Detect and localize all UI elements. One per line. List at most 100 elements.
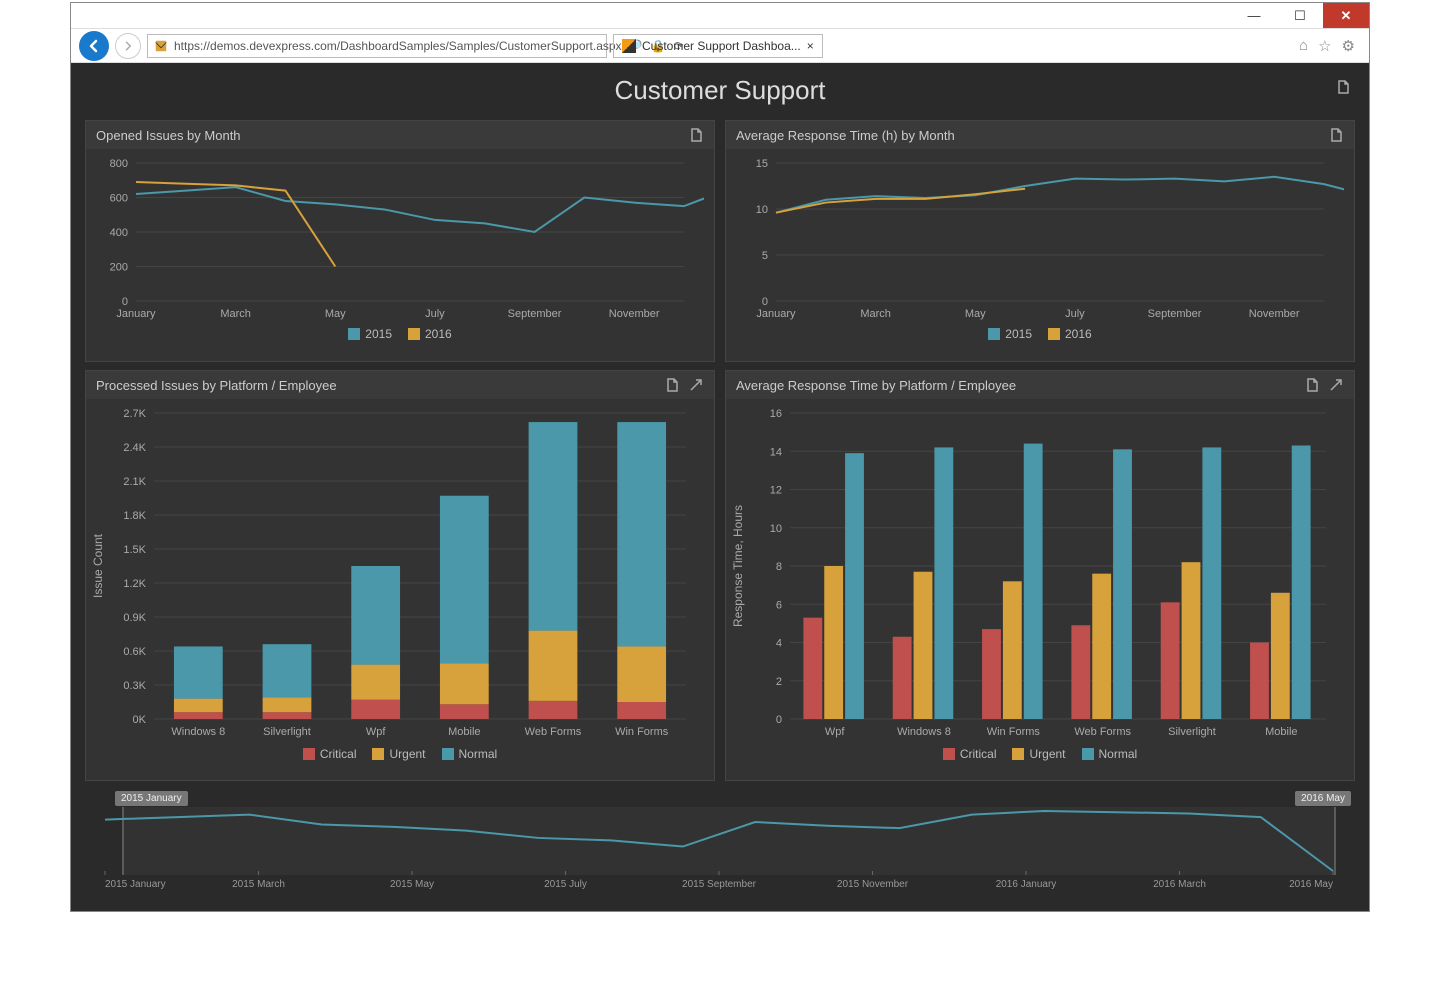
svg-text:14: 14 [770,446,782,458]
svg-text:2.7K: 2.7K [123,408,146,420]
legend-swatch [943,748,955,760]
browser-tab[interactable]: Customer Support Dashboa... × [613,34,823,58]
svg-text:2016 May: 2016 May [1289,879,1333,889]
expand-panel-icon[interactable] [688,377,704,393]
legend-item[interactable]: 2016 [408,327,452,341]
panel-header: Processed Issues by Platform / Employee [86,371,714,399]
export-dashboard-icon[interactable] [1335,79,1351,95]
svg-text:2015 September: 2015 September [682,879,757,889]
legend-label: 2016 [1065,327,1092,341]
legend-item[interactable]: Critical [943,747,997,761]
export-panel-icon[interactable] [1328,127,1344,143]
svg-text:10: 10 [756,204,768,216]
svg-text:Mobile: Mobile [448,726,480,738]
dashboard: Customer Support Opened Issues by Month … [71,63,1369,911]
svg-text:November: November [609,308,660,320]
legend-label: Urgent [1029,747,1065,761]
svg-text:10: 10 [770,523,782,535]
back-button[interactable] [79,31,109,61]
panel-response-month: Average Response Time (h) by Month 05101… [725,120,1355,362]
svg-text:0: 0 [122,296,128,308]
svg-text:Web Forms: Web Forms [1074,726,1131,738]
panel-header: Average Response Time (h) by Month [726,121,1354,149]
legend-item[interactable]: Normal [1082,747,1138,761]
browser-toolbar: https://demos.devexpress.com/DashboardSa… [71,29,1369,63]
tab-close-button[interactable]: × [807,39,814,53]
export-panel-icon[interactable] [688,127,704,143]
panel-header: Opened Issues by Month [86,121,714,149]
svg-text:Wpf: Wpf [366,726,387,738]
legend-label: 2015 [1005,327,1032,341]
panel-response-platform: Average Response Time by Platform / Empl… [725,370,1355,781]
legend-item[interactable]: 2015 [348,327,392,341]
chart-response-time-platform: 0246810121416Response Time, HoursWpfWind… [726,399,1354,771]
window-close-button[interactable]: ✕ [1323,3,1369,28]
legend-item[interactable]: 2015 [988,327,1032,341]
svg-text:2.1K: 2.1K [123,476,146,488]
svg-text:Silverlight: Silverlight [263,726,311,738]
svg-text:Win Forms: Win Forms [987,726,1041,738]
panel-title: Average Response Time by Platform / Empl… [736,378,1016,393]
svg-text:12: 12 [770,485,782,497]
settings-icon[interactable]: ⚙ [1342,37,1355,55]
dashboard-title: Customer Support [85,73,1355,112]
legend-item[interactable]: 2016 [1048,327,1092,341]
range-start-handle[interactable]: 2015 January [115,791,188,806]
home-icon[interactable]: ⌂ [1299,37,1308,55]
svg-text:1.8K: 1.8K [123,510,146,522]
legend-swatch [442,748,454,760]
range-end-handle[interactable]: 2016 May [1295,791,1351,806]
svg-text:Silverlight: Silverlight [1168,726,1216,738]
svg-text:6: 6 [776,599,782,611]
chart-legend: Critical Urgent Normal [726,741,1354,771]
chart-legend: Critical Urgent Normal [86,741,714,771]
legend-item[interactable]: Urgent [372,747,425,761]
favorites-icon[interactable]: ☆ [1318,37,1331,55]
forward-button[interactable] [115,33,141,59]
svg-text:Mobile: Mobile [1265,726,1297,738]
legend-label: Normal [459,747,498,761]
svg-text:200: 200 [110,262,128,274]
svg-text:Response Time, Hours: Response Time, Hours [731,505,745,627]
svg-text:November: November [1249,308,1300,320]
legend-item[interactable]: Urgent [1012,747,1065,761]
svg-text:Windows 8: Windows 8 [897,726,951,738]
legend-item[interactable]: Normal [442,747,498,761]
svg-text:Web Forms: Web Forms [525,726,582,738]
svg-text:September: September [508,308,562,320]
svg-text:0.3K: 0.3K [123,680,146,692]
chart-opened-issues: 0200400600800JanuaryMarchMayJulySeptembe… [86,149,714,351]
export-panel-icon[interactable] [1304,377,1320,393]
panel-title: Opened Issues by Month [96,128,241,143]
svg-text:0.6K: 0.6K [123,646,146,658]
legend-swatch [1048,328,1060,340]
svg-text:2016 January: 2016 January [996,879,1057,889]
legend-label: 2016 [425,327,452,341]
svg-text:January: January [116,308,156,320]
timeline-range-selector[interactable]: 2015 January 2016 May 2015 January2015 M… [85,789,1355,897]
legend-swatch [348,328,360,340]
address-bar[interactable]: https://demos.devexpress.com/DashboardSa… [147,34,607,58]
legend-swatch [408,328,420,340]
svg-text:Win Forms: Win Forms [615,726,669,738]
legend-item[interactable]: Critical [303,747,357,761]
svg-text:2.4K: 2.4K [123,442,146,454]
legend-swatch [1082,748,1094,760]
chart-legend: 2015 2016 [726,321,1354,351]
window-minimize-button[interactable]: — [1231,3,1277,28]
chart-legend: 2015 2016 [86,321,714,351]
svg-text:March: March [860,308,891,320]
legend-swatch [1012,748,1024,760]
svg-text:15: 15 [756,158,768,170]
svg-text:0: 0 [762,296,768,308]
svg-text:1.5K: 1.5K [123,544,146,556]
timeline-chart: 2015 January2015 March2015 May2015 July2… [95,793,1345,889]
legend-swatch [372,748,384,760]
export-panel-icon[interactable] [664,377,680,393]
legend-label: Critical [960,747,997,761]
svg-text:September: September [1148,308,1202,320]
expand-panel-icon[interactable] [1328,377,1344,393]
svg-text:2015 May: 2015 May [390,879,434,889]
window-maximize-button[interactable]: ☐ [1277,3,1323,28]
dashboard-title-text: Customer Support [615,75,826,105]
